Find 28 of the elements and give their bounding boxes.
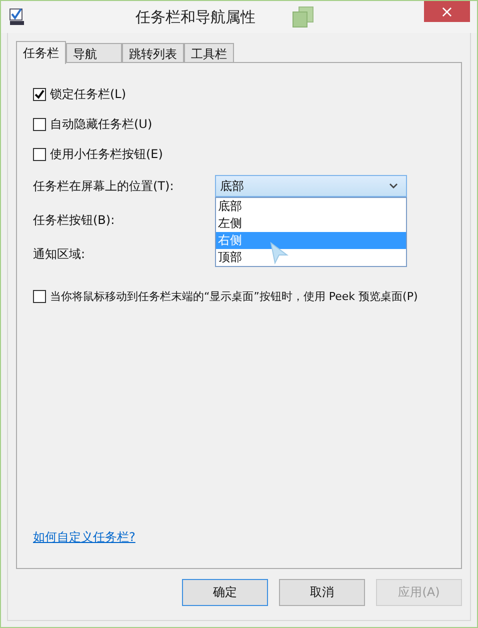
field-label: 任务栏在屏幕上的位置(T): [33, 178, 175, 194]
position-dropdown[interactable]: 底部 [215, 175, 407, 197]
checkbox[interactable] [33, 118, 46, 130]
window-title: 任务栏和导航属性 [136, 8, 256, 26]
chevron-icon [389, 183, 398, 189]
tab[interactable]: 任务栏 [16, 41, 66, 64]
checkbox[interactable] [33, 88, 46, 100]
close-button[interactable]: × [424, 1, 470, 22]
help-link[interactable]: 如何自定义任务栏? [33, 529, 136, 546]
tab[interactable]: 导航 [66, 43, 122, 63]
dialog-button[interactable]: 取消 [279, 579, 365, 606]
checkbox[interactable] [33, 148, 46, 160]
dialog-button[interactable]: 确定 [182, 579, 268, 606]
dropdown-option[interactable]: 底部 [216, 198, 406, 215]
tab[interactable]: 工具栏 [184, 43, 234, 63]
dropdown-option[interactable]: 左侧 [216, 215, 406, 232]
checkbox-label: 自动隐藏任务栏(U) [50, 116, 152, 132]
checkbox-label: 使用小任务栏按钮(E) [50, 146, 163, 162]
checkbox-icon [9, 8, 25, 26]
cursor-icon [269, 241, 289, 265]
checkbox-label: 当你将鼠标移动到任务栏末端的“显示桌面”按钮时，使用 Peek 预览桌面(P) [50, 288, 418, 304]
window-stack-icon [292, 6, 314, 28]
field-label: 任务栏按钮(B): [33, 212, 116, 228]
field-label: 通知区域: [33, 246, 86, 262]
checkbox-label: 锁定任务栏(L) [50, 86, 126, 102]
dropdown-option[interactable]: 顶部 [216, 249, 406, 266]
checkbox[interactable] [33, 290, 46, 302]
tab[interactable]: 跳转列表 [122, 43, 184, 63]
